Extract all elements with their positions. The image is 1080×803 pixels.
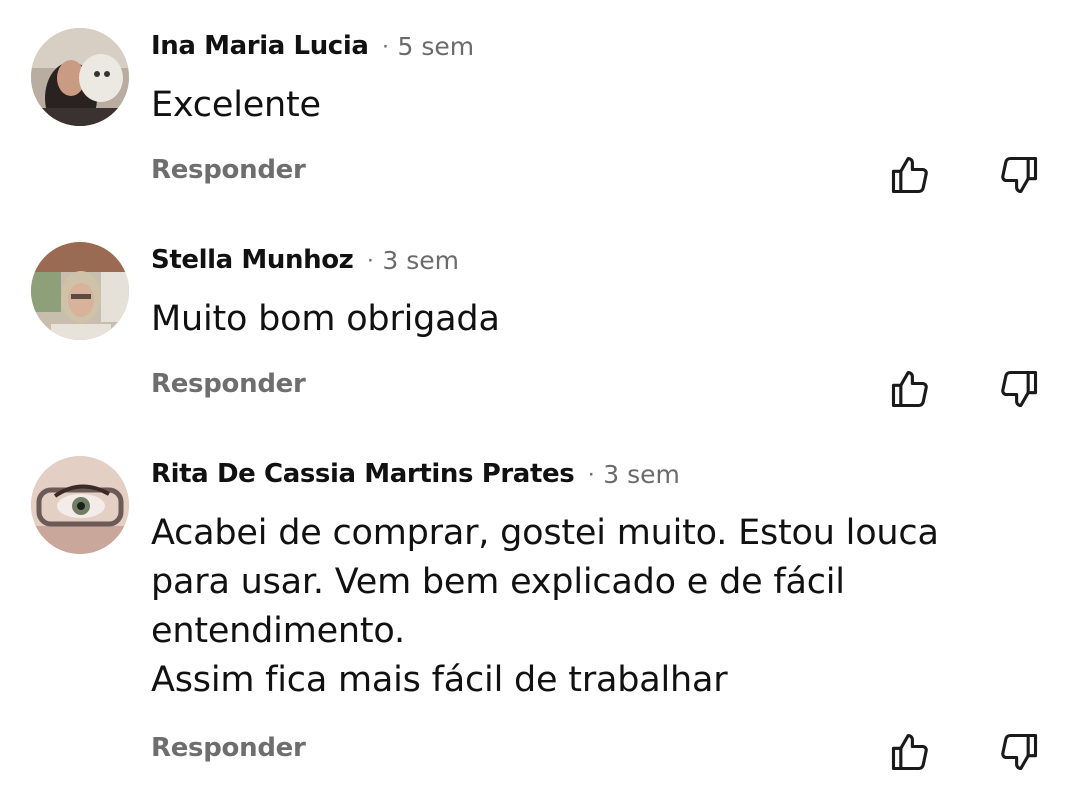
comment-item: Stella Munhoz · 3 sem Muito bom obrigada… (0, 214, 1080, 428)
comment-time[interactable]: 5 sem (397, 32, 474, 61)
author-name[interactable]: Rita De Cassia Martins Prates (151, 459, 575, 489)
avatar[interactable] (31, 242, 129, 340)
reply-button[interactable]: Responder (151, 155, 306, 185)
comment-header: Ina Maria Lucia · 5 sem (151, 26, 474, 66)
separator-dot: · (366, 246, 375, 273)
separator-dot: · (587, 460, 596, 487)
comment-header: Stella Munhoz · 3 sem (151, 240, 459, 280)
comment-item: Ina Maria Lucia · 5 sem Excelente Respon… (0, 0, 1080, 214)
dislike-button[interactable] (997, 153, 1041, 197)
comment-text: Excelente (151, 85, 321, 125)
like-button[interactable] (888, 367, 932, 411)
thumbs-down-icon (1001, 733, 1038, 771)
comment-text: Muito bom obrigada (151, 299, 500, 339)
comment-text: Acabei de comprar, gostei muito. Estou l… (151, 513, 939, 700)
thumbs-up-icon (891, 370, 928, 408)
comment-item: Rita De Cassia Martins Prates · 3 sem Ac… (0, 428, 1080, 803)
author-name[interactable]: Ina Maria Lucia (151, 31, 369, 61)
like-button[interactable] (888, 730, 932, 774)
reply-button[interactable]: Responder (151, 369, 306, 399)
avatar[interactable] (31, 28, 129, 126)
author-name[interactable]: Stella Munhoz (151, 245, 354, 275)
dislike-button[interactable] (997, 367, 1041, 411)
avatar-photo-icon (31, 28, 129, 126)
avatar-photo-icon (31, 242, 129, 340)
thumbs-down-icon (1001, 370, 1038, 408)
reply-button[interactable]: Responder (151, 733, 306, 763)
avatar-photo-icon (31, 456, 129, 554)
avatar[interactable] (31, 456, 129, 554)
comment-time[interactable]: 3 sem (603, 460, 680, 489)
separator-dot: · (381, 32, 390, 59)
like-button[interactable] (888, 153, 932, 197)
comment-time[interactable]: 3 sem (382, 246, 459, 275)
dislike-button[interactable] (997, 730, 1041, 774)
thumbs-down-icon (1001, 156, 1038, 194)
thumbs-up-icon (891, 156, 928, 194)
thumbs-up-icon (891, 733, 928, 771)
comment-header: Rita De Cassia Martins Prates · 3 sem (151, 454, 680, 494)
